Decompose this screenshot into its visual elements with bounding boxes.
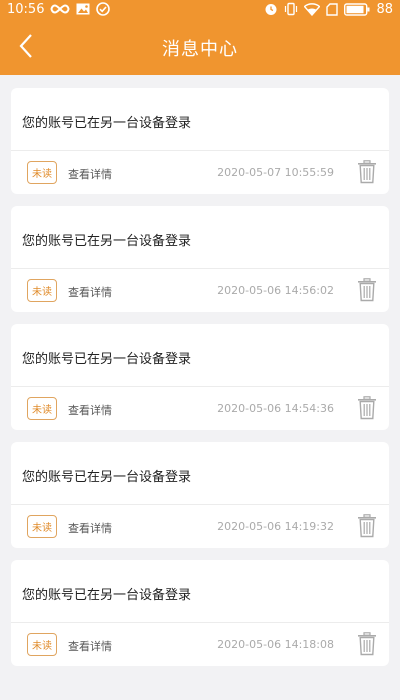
trash-icon (357, 514, 377, 542)
message-time: 2020-05-06 14:56:02 (217, 284, 334, 297)
page-title: 消息中心 (162, 39, 238, 60)
delete-button[interactable] (357, 160, 377, 184)
message-time: 2020-05-06 14:54:36 (217, 402, 334, 415)
back-button[interactable] (12, 32, 40, 64)
unread-badge: 未读 (27, 515, 57, 538)
message-card[interactable]: 您的账号已在另一台设备登录 未读 查看详情 2020-05-06 14:56:0… (11, 206, 389, 312)
view-details-link[interactable]: 查看详情 (68, 402, 112, 418)
battery-level: 88 (376, 1, 393, 17)
card-divider (11, 622, 389, 623)
message-title: 您的账号已在另一台设备登录 (22, 588, 192, 603)
trash-icon (357, 160, 377, 188)
status-bar: 10:56 88 (0, 0, 400, 18)
app-header: 10:56 88 消息中心 (0, 0, 400, 75)
view-details-link[interactable]: 查看详情 (68, 638, 112, 654)
trash-icon (357, 396, 377, 424)
card-divider (11, 386, 389, 387)
view-details-link[interactable]: 查看详情 (68, 284, 112, 300)
view-details-link[interactable]: 查看详情 (68, 520, 112, 536)
message-title: 您的账号已在另一台设备登录 (22, 234, 192, 249)
message-title: 您的账号已在另一台设备登录 (22, 352, 192, 367)
message-time: 2020-05-06 14:18:08 (217, 638, 334, 651)
card-divider (11, 268, 389, 269)
delete-button[interactable] (357, 632, 377, 656)
message-card[interactable]: 您的账号已在另一台设备登录 未读 查看详情 2020-05-07 10:55:5… (11, 88, 389, 194)
message-title: 您的账号已在另一台设备登录 (22, 116, 192, 131)
unread-badge: 未读 (27, 633, 57, 656)
trash-icon (357, 632, 377, 660)
card-divider (11, 504, 389, 505)
message-time: 2020-05-07 10:55:59 (217, 166, 334, 179)
delete-button[interactable] (357, 514, 377, 538)
delete-button[interactable] (357, 396, 377, 420)
card-divider (11, 150, 389, 151)
battery-icon (344, 2, 370, 16)
image-notification-icon (76, 3, 90, 15)
chevron-left-icon (18, 33, 34, 63)
message-time: 2020-05-06 14:19:32 (217, 520, 334, 533)
unread-badge: 未读 (27, 397, 57, 420)
message-card[interactable]: 您的账号已在另一台设备登录 未读 查看详情 2020-05-06 14:54:3… (11, 324, 389, 430)
unread-badge: 未读 (27, 161, 57, 184)
trash-icon (357, 278, 377, 306)
message-card[interactable]: 您的账号已在另一台设备登录 未读 查看详情 2020-05-06 14:19:3… (11, 442, 389, 548)
wifi-icon (304, 2, 321, 16)
nav-bar: 消息中心 (0, 24, 400, 72)
sim-card-icon (326, 2, 339, 16)
message-card[interactable]: 您的账号已在另一台设备登录 未读 查看详情 2020-05-06 14:18:0… (11, 560, 389, 666)
vibrate-icon (284, 2, 298, 16)
infinity-icon (50, 3, 70, 15)
message-title: 您的账号已在另一台设备登录 (22, 470, 192, 485)
check-circle-icon (96, 2, 111, 16)
delete-button[interactable] (357, 278, 377, 302)
alarm-icon (264, 2, 278, 16)
view-details-link[interactable]: 查看详情 (68, 166, 112, 182)
status-time: 10:56 (7, 1, 45, 17)
unread-badge: 未读 (27, 279, 57, 302)
